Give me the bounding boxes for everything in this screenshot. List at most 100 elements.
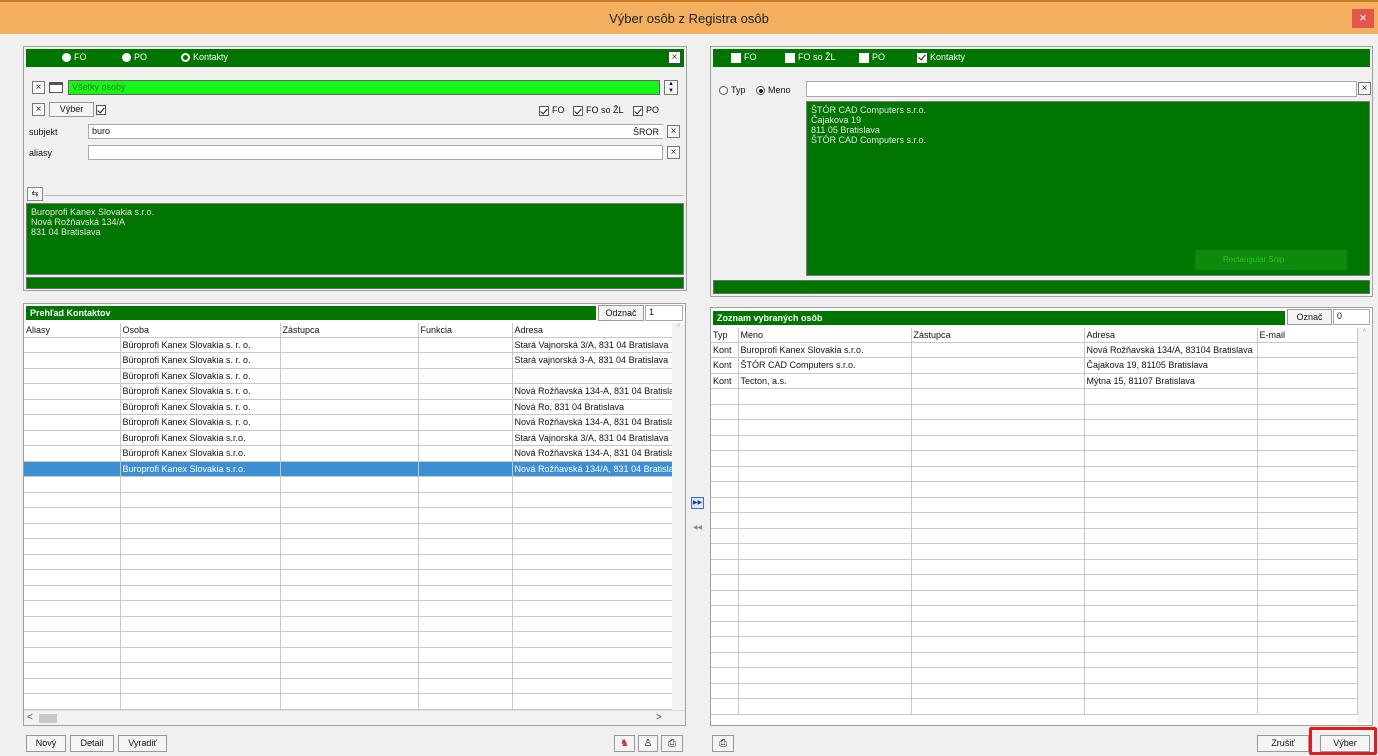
clear-subjekt-icon[interactable]: × xyxy=(667,125,680,138)
aliasy-input[interactable] xyxy=(88,145,663,160)
table-row[interactable] xyxy=(24,631,673,648)
column-header[interactable]: Zástupca xyxy=(911,328,1085,343)
table-row[interactable] xyxy=(24,647,673,663)
novy-button[interactable]: Nový xyxy=(26,735,66,752)
category-spinner[interactable]: ▲ ▼ xyxy=(664,80,678,95)
table-row[interactable]: Kont Buroprofi Kanex Slovakia s.r.o. Nová … xyxy=(711,342,1358,358)
filter-po[interactable]: PO xyxy=(633,105,659,116)
printer-icon[interactable]: ⎙ xyxy=(712,735,734,752)
contacts-hscroll[interactable]: < > xyxy=(24,710,685,725)
table-row[interactable] xyxy=(711,698,1358,715)
table-row[interactable] xyxy=(711,419,1358,436)
vyradit-button[interactable]: Vyradiť xyxy=(118,735,167,752)
filter-fo[interactable]: FO xyxy=(539,105,565,116)
table-row[interactable] xyxy=(711,481,1358,498)
table-row[interactable] xyxy=(24,662,673,679)
scroll-up-icon[interactable]: ^ xyxy=(1358,328,1371,338)
column-header[interactable]: Typ xyxy=(711,328,739,343)
right-check-fo[interactable]: FO xyxy=(731,52,757,63)
table-row[interactable]: Buroprofi Kanex Slovakia s.r.o. Nová Rožň… xyxy=(24,461,673,477)
add-selected-button[interactable]: ▶▶ xyxy=(691,497,704,509)
table-row[interactable] xyxy=(24,569,673,586)
detail-button[interactable]: Detail xyxy=(70,735,114,752)
column-header[interactable]: Funkcia xyxy=(418,323,513,338)
table-row[interactable] xyxy=(711,543,1358,560)
contacts-vscroll[interactable]: ^ xyxy=(672,323,685,710)
table-row[interactable] xyxy=(24,492,673,508)
clear-aliasy-icon[interactable]: × xyxy=(667,146,680,159)
table-row[interactable] xyxy=(711,466,1358,482)
printer-icon[interactable]: ⎙ xyxy=(661,735,683,752)
table-row[interactable] xyxy=(711,683,1358,699)
zrusit-button[interactable]: Zrušiť xyxy=(1257,735,1309,752)
subjekt-tag[interactable]: ŠROR xyxy=(633,127,659,137)
table-row[interactable] xyxy=(711,621,1358,637)
table-row[interactable] xyxy=(711,404,1358,420)
oznac-button[interactable]: Označ xyxy=(1287,309,1332,325)
radio-typ[interactable]: Typ xyxy=(719,85,746,96)
table-row[interactable] xyxy=(711,450,1358,467)
table-row[interactable] xyxy=(24,538,673,555)
radio-meno[interactable]: Meno xyxy=(756,85,791,96)
table-row[interactable]: Büroprofi Kanex Slovakia s.r.o. Nová Rožň… xyxy=(24,445,673,462)
column-header[interactable]: Zástupca xyxy=(280,323,419,338)
expand-icon[interactable]: ⇆ xyxy=(27,187,43,201)
table-row[interactable] xyxy=(711,605,1358,622)
table-row[interactable] xyxy=(711,667,1358,684)
table-row[interactable] xyxy=(711,512,1358,529)
selected-vscroll[interactable]: ^ xyxy=(1358,328,1371,723)
scroll-left-icon[interactable]: < xyxy=(27,712,33,723)
close-button[interactable]: × xyxy=(1352,9,1374,28)
table-row[interactable] xyxy=(24,523,673,539)
table-row[interactable] xyxy=(711,388,1358,405)
option-fo[interactable]: FO xyxy=(62,52,87,63)
column-header[interactable]: E-mail xyxy=(1257,328,1358,343)
right-search-input[interactable] xyxy=(806,81,1357,97)
remove-selected-button[interactable]: ◀◀ xyxy=(691,522,704,534)
table-row[interactable] xyxy=(711,435,1358,451)
table-row[interactable] xyxy=(24,693,673,710)
table-row[interactable] xyxy=(711,497,1358,513)
subjekt-input[interactable]: buro xyxy=(88,124,663,139)
table-row[interactable] xyxy=(24,507,673,524)
option-kontakty[interactable]: Kontakty xyxy=(181,52,228,63)
right-check-kontakty[interactable]: Kontakty xyxy=(917,52,965,63)
option-po[interactable]: PO xyxy=(122,52,147,63)
column-header[interactable]: Osoba xyxy=(120,323,281,338)
table-row[interactable]: Büroprofi Kanex Slovakia s. r. o. Nová Ro… xyxy=(24,383,673,400)
table-row[interactable] xyxy=(711,574,1358,591)
right-check-po[interactable]: PO xyxy=(859,52,885,63)
table-row[interactable] xyxy=(24,476,673,493)
clear-search-icon[interactable]: × xyxy=(1358,82,1371,95)
table-row[interactable] xyxy=(24,554,673,570)
column-header[interactable]: Aliasy xyxy=(24,323,121,338)
table-row[interactable]: Büroprofi Kanex Slovakia s. r. o. Nová Ro… xyxy=(24,414,673,431)
table-row[interactable]: Büroprofi Kanex Slovakia s. r. o. xyxy=(24,368,673,384)
scroll-up-icon[interactable]: ^ xyxy=(672,323,685,333)
scroll-right-icon[interactable]: > xyxy=(656,712,662,723)
column-header[interactable]: Adresa xyxy=(512,323,673,338)
people-icon[interactable]: ♞ xyxy=(614,735,635,752)
table-row[interactable]: Kont Tecton, a.s. Mýtna 15, 81107 Bratisla… xyxy=(711,373,1358,389)
table-row[interactable]: Büroprofi Kanex Slovakia s. r. o. Nová Ro… xyxy=(24,399,673,415)
table-row[interactable] xyxy=(711,559,1358,575)
table-row[interactable]: Büroprofi Kanex Slovakia s. r. o. Stará V… xyxy=(24,337,673,353)
vyber-checkbox[interactable] xyxy=(96,104,109,115)
clear-vyber-icon[interactable]: × xyxy=(32,103,45,116)
column-header[interactable]: Meno xyxy=(738,328,912,343)
table-row[interactable] xyxy=(24,585,673,601)
odznac-button[interactable]: Odznač xyxy=(598,305,644,321)
table-row[interactable]: Büroprofi Kanex Slovakia s. r. o. Stará v… xyxy=(24,352,673,369)
right-check-fo-zl[interactable]: FO so ŽL xyxy=(785,52,836,63)
person-icon[interactable]: ♙ xyxy=(638,735,658,752)
filter-fo-zl[interactable]: FO so ŽL xyxy=(573,105,624,116)
table-row[interactable]: Kont ŠTÓR CAD Computers s.r.o. Čajakova 19… xyxy=(711,357,1358,374)
table-row[interactable]: Buroprofi Kanex Slovakia s.r.o. Stará Vaj… xyxy=(24,430,673,446)
table-row[interactable] xyxy=(24,678,673,694)
scroll-thumb[interactable] xyxy=(39,714,57,723)
clear-type-button[interactable]: × xyxy=(668,51,681,64)
table-row[interactable] xyxy=(711,590,1358,606)
folder-icon[interactable] xyxy=(49,82,63,93)
category-field[interactable]: Všetky osoby xyxy=(68,80,660,95)
table-row[interactable] xyxy=(711,636,1358,653)
